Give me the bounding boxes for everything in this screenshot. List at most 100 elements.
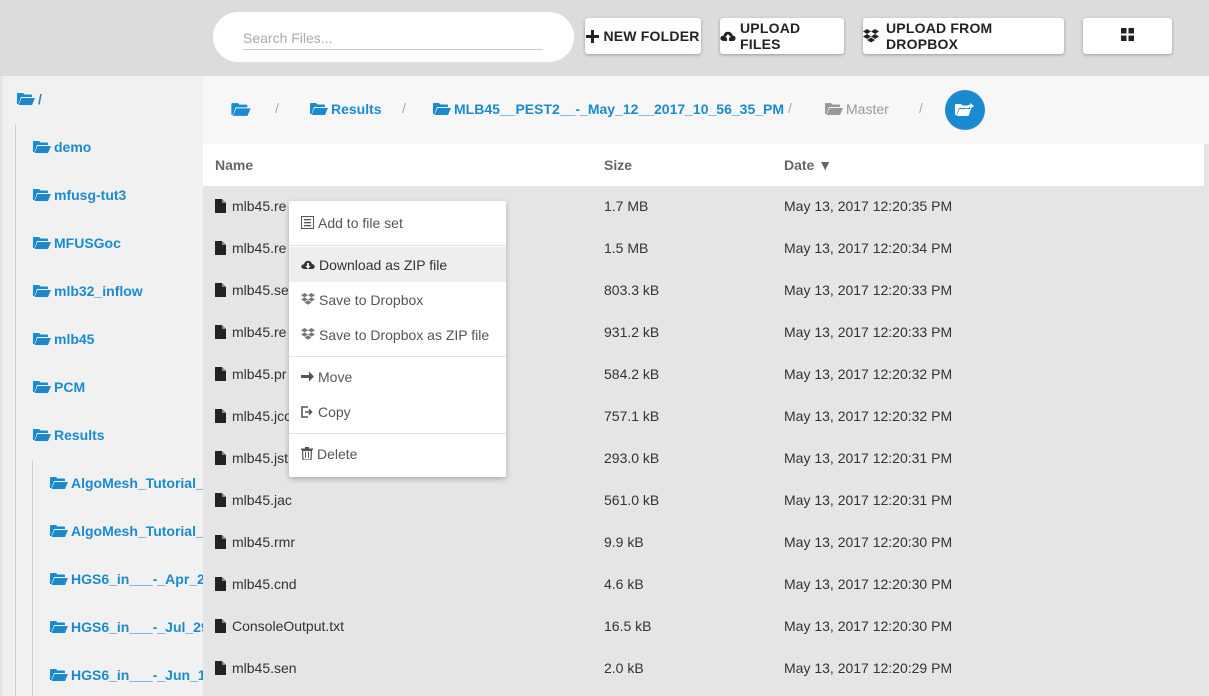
top-toolbar: NEW FOLDER UPLOAD FILES UPLOAD FROM DROP… [0,0,1209,76]
size-column-header[interactable]: Size [604,157,632,173]
tree-item-child[interactable]: HGS6_in___-_Jul_29_ [50,616,203,638]
search-input[interactable] [243,26,543,50]
menu-item-label: Save to Dropbox [319,291,424,308]
tree-item-child[interactable]: AlgoMesh_Tutorial_3 [50,520,203,542]
menu-item-delete[interactable]: Delete [289,436,506,471]
menu-item-label: Download as ZIP file [319,256,448,273]
breadcrumb-label: Master [846,101,889,117]
file-name: mlb45.jst [232,450,289,466]
breadcrumb-separator: / [919,100,923,116]
menu-item-copy[interactable]: Copy [289,394,506,429]
table-row[interactable]: ConsoleOutput.txt 16.5 kB May 13, 2017 1… [203,606,1204,648]
file-size: 16.5 kB [604,618,652,634]
file-icon [215,661,226,675]
tree-item-root[interactable]: / [17,88,42,110]
tree-item-demo[interactable]: demo [33,136,91,158]
table-row[interactable]: mlb45.sen 2.0 kB May 13, 2017 12:20:29 P… [203,648,1204,690]
breadcrumb-root[interactable] [231,99,254,119]
tree-item-child[interactable]: HGS6_in___-_Jun_16_ [50,664,203,686]
menu-item-label: Copy [318,403,351,420]
file-date: May 13, 2017 12:20:31 PM [784,450,953,466]
file-icon [215,619,226,633]
tree-line [32,460,33,696]
file-icon [215,241,226,255]
list-icon [301,216,314,229]
menu-item-save-dropbox[interactable]: Save to Dropbox [289,282,506,317]
file-name: mlb45.re [232,198,287,214]
tree-item-child[interactable]: HGS6_in___-_Apr_26_ [50,568,203,590]
folder-open-icon [50,669,68,681]
search-box [213,12,574,62]
file-name: mlb45.rmr [232,534,296,550]
file-date: May 13, 2017 12:20:30 PM [784,576,953,592]
tree-item-mlb45[interactable]: mlb45 [33,328,94,350]
upload-from-dropbox-label: UPLOAD FROM DROPBOX [886,20,993,52]
file-context-menu: Add to file set Download as ZIP file Sav… [289,201,506,477]
table-row[interactable]: mlb45.jac 561.0 kB May 13, 2017 12:20:31… [203,480,1204,522]
file-name-cell: mlb45.jco [215,408,292,424]
file-size: 4.6 kB [604,576,644,592]
menu-item-add-to-file-set[interactable]: Add to file set [289,205,506,240]
file-name-cell: mlb45.cnd [215,576,297,592]
file-icon [215,535,226,549]
breadcrumb-label: Results [331,101,382,117]
file-icon [215,409,226,423]
menu-item-move[interactable]: Move [289,359,506,394]
upload-files-label: UPLOAD FILES [740,20,801,52]
name-column-header[interactable]: Name [215,157,253,173]
tree-item-mfusgoc[interactable]: MFUSGoc [33,232,121,254]
file-name-cell: mlb45.jac [215,492,292,508]
tree-item-label: / [38,91,42,107]
file-size: 1.5 MB [604,240,649,256]
file-date: May 13, 2017 12:20:32 PM [784,408,953,424]
file-name: mlb45.jco [232,408,292,424]
file-date: May 13, 2017 12:20:30 PM [784,618,953,634]
tree-item-mlb32-inflow[interactable]: mlb32_inflow [33,280,143,302]
tree-item-label: mfusg-tut3 [54,187,127,203]
new-folder-label: NEW FOLDER [603,28,700,44]
menu-item-label: Add to file set [318,214,403,231]
menu-divider [289,356,506,357]
menu-item-download-zip[interactable]: Download as ZIP file [289,247,506,282]
plus-icon [586,29,600,43]
copy-icon [301,405,313,418]
dropbox-icon [301,293,315,305]
tree-item-label: HGS6_in___-_Apr_26_ [71,571,203,587]
breadcrumb-results[interactable]: Results [310,99,382,119]
file-icon [215,283,226,297]
file-size: 9.9 kB [604,534,644,550]
breadcrumb: / Results / MLB45__PEST2__-_May_12__2017… [203,76,1209,144]
menu-item-label: Move [318,368,353,385]
file-name-cell: mlb45.sen [215,660,297,676]
grid-view-button[interactable] [1083,18,1172,54]
tree-item-pcm[interactable]: PCM [33,376,85,398]
share-folder-icon [955,103,974,116]
tree-item-mfusg-tut3[interactable]: mfusg-tut3 [33,184,126,206]
menu-divider [289,245,506,246]
file-icon [215,577,226,591]
date-column-header[interactable]: Date ▼ [784,157,832,173]
file-date: May 13, 2017 12:20:32 PM [784,366,953,382]
cloud-upload-icon [720,30,736,43]
tree-item-label: PCM [54,379,86,395]
menu-item-save-dropbox-zip[interactable]: Save to Dropbox as ZIP file [289,317,506,352]
breadcrumb-mlb45-pest2[interactable]: MLB45__PEST2__-_May_12__2017_10_56_35_PM [433,99,784,119]
table-row[interactable]: mlb45.cnd 4.6 kB May 13, 2017 12:20:30 P… [203,564,1204,606]
tree-item-child[interactable]: AlgoMesh_Tutorial_3 [50,472,203,494]
upload-from-dropbox-button[interactable]: UPLOAD FROM DROPBOX [863,18,1064,54]
share-folder-button[interactable] [945,90,985,130]
tree-item-results[interactable]: Results [33,424,105,446]
folder-open-icon [50,525,68,537]
file-date: May 13, 2017 12:20:33 PM [784,324,953,340]
upload-files-button[interactable]: UPLOAD FILES [720,18,844,54]
new-folder-button[interactable]: NEW FOLDER [585,18,701,54]
file-date: May 13, 2017 12:20:34 PM [784,240,953,256]
file-icon [215,367,226,381]
table-row[interactable]: mlb45.rmr 9.9 kB May 13, 2017 12:20:30 P… [203,522,1204,564]
file-size: 561.0 kB [604,492,660,508]
folder-open-icon [231,102,251,116]
folder-open-icon [17,93,35,105]
file-date: May 13, 2017 12:20:35 PM [784,198,953,214]
breadcrumb-label: MLB45__PEST2__-_May_12__2017_10_56_35_PM [454,101,785,117]
file-size: 803.3 kB [604,282,660,298]
